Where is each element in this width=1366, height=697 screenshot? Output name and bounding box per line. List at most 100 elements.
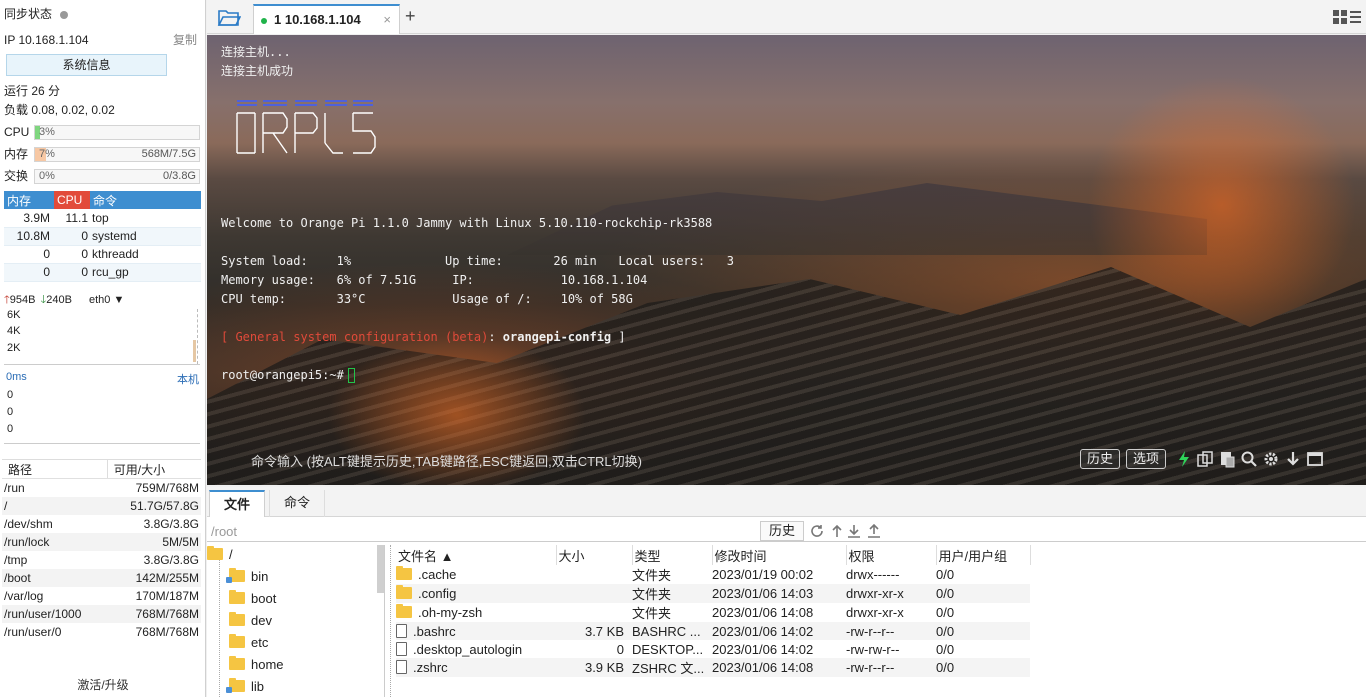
search-icon[interactable] [1240, 450, 1258, 468]
file-row[interactable]: .desktop_autologin 0 DESKTOP... 2023/01/… [396, 640, 1030, 658]
disk-row[interactable]: /51.7G/57.8G [2, 496, 201, 515]
disk-row[interactable]: /run/user/1000 768M/768M [2, 604, 201, 623]
column-header-owner[interactable]: 用户/用户组 [936, 545, 1031, 565]
term-uptime: 26 min [553, 254, 597, 268]
download-file-icon[interactable] [847, 524, 861, 538]
process-header-command[interactable]: 命令 [90, 191, 201, 209]
process-command: rcu_gp [90, 263, 201, 282]
directory-tree: / bin boot dev etc home lib [207, 545, 385, 697]
column-header-modified[interactable]: 修改时间 [712, 545, 847, 565]
upload-file-icon[interactable] [867, 524, 881, 538]
tab-files[interactable]: 文件 [209, 490, 266, 517]
process-cpu: 0 [54, 227, 90, 246]
disk-row[interactable]: /tmp 3.8G/3.8G [2, 551, 201, 569]
disk-path: /run/lock [2, 532, 108, 551]
file-size: 3.9 KB [556, 658, 632, 677]
folder-icon [229, 612, 245, 626]
process-header-cpu[interactable]: CPU [54, 191, 90, 209]
file-row[interactable]: .cache 文件夹 2023/01/19 00:02 drwx------ 0… [396, 565, 1030, 584]
column-header-permissions[interactable]: 权限 [846, 545, 937, 565]
command-input-hint[interactable]: 命令输入 (按ALT键提示历史,TAB键路径,ESC键返回,双击CTRL切换) [251, 451, 642, 470]
layout-grid-icon[interactable] [1332, 9, 1362, 25]
copy-ip-button[interactable]: 复制 [173, 31, 197, 49]
network-interface-select[interactable]: eth0 ▼ [89, 294, 124, 306]
disk-row[interactable]: /boot 142M/255M [2, 568, 201, 587]
disk-size: 759M/768M [135, 480, 199, 495]
file-permissions: drwx------ [846, 567, 900, 582]
tree-item-label: lib [251, 679, 265, 694]
tree-item-root[interactable]: / [207, 545, 233, 565]
gear-icon[interactable] [1262, 450, 1280, 468]
file-type: 文件夹 [632, 584, 712, 603]
tree-guide-line [219, 559, 220, 697]
path-input[interactable] [211, 522, 759, 540]
tree-scrollbar[interactable] [377, 545, 384, 593]
file-permissions: drwxr-xr-x [846, 605, 904, 620]
tab-session[interactable]: 1 10.168.1.104 × [253, 4, 400, 34]
tree-item-etc[interactable]: etc [229, 633, 268, 653]
tree-item-home[interactable]: home [229, 655, 284, 675]
maximize-window-icon[interactable] [1306, 450, 1324, 468]
term-config-colon: : [488, 330, 503, 344]
process-row[interactable]: 3.9M 11.1 top [4, 209, 201, 228]
download-arrow-icon[interactable] [1284, 450, 1302, 468]
paste-icon[interactable] [1218, 450, 1236, 468]
disk-header-size[interactable]: 可用/大小 [107, 459, 201, 479]
folder-icon [396, 585, 412, 599]
options-button[interactable]: 选项 [1126, 449, 1167, 469]
lightning-icon[interactable] [1175, 450, 1193, 468]
parent-folder-icon[interactable] [830, 524, 844, 538]
disk-row[interactable]: /run/user/0 768M/768M [2, 623, 201, 641]
disk-row[interactable]: /run 759M/768M [2, 479, 201, 497]
file-row[interactable]: .oh-my-zsh 文件夹 2023/01/06 14:08 drwxr-xr… [396, 603, 1030, 622]
process-row[interactable]: 0 0 rcu_gp [4, 263, 201, 282]
file-name: .bashrc [413, 623, 456, 639]
term-prompt: root@orangepi5:~# [221, 368, 344, 382]
disk-row[interactable]: /run/lock 5M/5M [2, 532, 201, 551]
sync-status-dot-icon [60, 10, 69, 19]
copy-icon[interactable] [1196, 450, 1214, 468]
ping-host-select[interactable]: 本机 [177, 371, 199, 387]
close-tab-button[interactable]: × [383, 12, 391, 27]
command-input-bar[interactable]: 命令输入 (按ALT键提示历史,TAB键路径,ESC键返回,双击CTRL切换) … [207, 443, 1366, 483]
term-config-text: General system configuration (beta) [235, 330, 489, 344]
column-header-size[interactable]: 大小 [556, 545, 633, 565]
ip-row: IP 10.168.1.104 复制 [4, 31, 199, 49]
tree-item-dev[interactable]: dev [229, 611, 272, 631]
tree-item-lib[interactable]: lib [226, 677, 265, 697]
file-row[interactable]: .config 文件夹 2023/01/06 14:03 drwxr-xr-x … [396, 584, 1030, 603]
path-history-button[interactable]: 历史 [760, 521, 805, 541]
tree-item-label: / [229, 547, 233, 562]
file-row[interactable]: .zshrc 3.9 KB ZSHRC 文... 2023/01/06 14:0… [396, 658, 1030, 677]
refresh-icon[interactable] [810, 524, 824, 538]
open-folder-icon[interactable] [217, 7, 241, 27]
network-graph-bar [193, 340, 196, 362]
disk-row[interactable]: /var/log 170M/187M [2, 587, 201, 605]
process-row[interactable]: 10.8M 0 systemd [4, 227, 201, 246]
file-name-cell: .zshrc [396, 658, 556, 677]
ping-axis-label: 0 [7, 389, 14, 401]
system-info-button[interactable]: 系统信息 [6, 54, 167, 76]
process-header-memory[interactable]: 内存 [4, 191, 54, 209]
disk-row[interactable]: /dev/shm 3.8G/3.8G [2, 515, 201, 533]
terminal[interactable]: 连接主机... 连接主机成功 Welcome to Orange Pi 1.1.… [207, 35, 1366, 485]
disk-header-path[interactable]: 路径 [2, 459, 108, 479]
activate-upgrade-link[interactable]: 激活/升级 [0, 676, 206, 693]
term-usage-label: Usage of /: [452, 292, 532, 306]
process-cpu: 0 [54, 263, 90, 282]
ping-axis-label: 0 [7, 423, 14, 435]
file-panel: 文件 命令 历史 / bin boot dev etc home lib [207, 487, 1366, 697]
add-tab-button[interactable]: + [405, 6, 416, 26]
ping-latency: 0ms [6, 371, 27, 383]
column-header-type[interactable]: 类型 [632, 545, 713, 565]
tree-item-bin[interactable]: bin [226, 567, 268, 587]
file-modified: 2023/01/06 14:08 [712, 605, 814, 620]
column-header-name[interactable]: 文件名 ▲ [396, 545, 557, 565]
file-row[interactable]: .bashrc 3.7 KB BASHRC ... 2023/01/06 14:… [396, 622, 1030, 640]
process-row[interactable]: 0 0 kthreadd [4, 245, 201, 264]
tab-commands[interactable]: 命令 [269, 490, 326, 517]
file-list-divider[interactable] [390, 545, 394, 697]
history-button[interactable]: 历史 [1080, 449, 1121, 469]
term-users-label: Local users: [618, 254, 706, 268]
tree-item-boot[interactable]: boot [229, 589, 276, 609]
